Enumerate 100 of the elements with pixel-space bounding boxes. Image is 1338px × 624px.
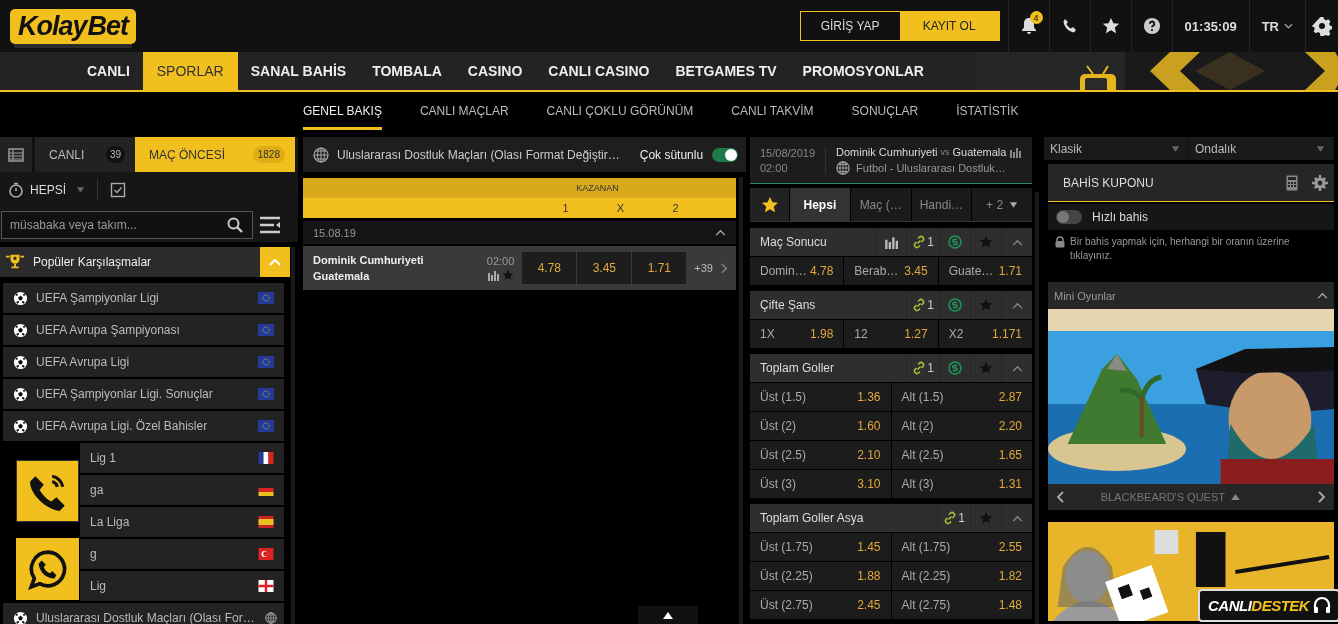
chevron-right-icon[interactable] (721, 262, 728, 274)
odds-button[interactable]: Alt (2.25) 1.82 (891, 562, 1032, 590)
search-field[interactable]: müsabaka veya takım... (1, 210, 253, 239)
odds-button[interactable]: Alt (2.5) 1.65 (891, 441, 1032, 469)
mini-games-header[interactable]: Mini Oyunlar (1048, 282, 1334, 309)
search-icon[interactable] (227, 216, 243, 233)
cash-out-icon[interactable] (948, 361, 962, 375)
filter-dropdown[interactable]: HEPSİ (30, 182, 85, 197)
league-item[interactable]: UEFA Avrupa Şampiyonası (3, 315, 284, 345)
settings-icon[interactable] (1312, 16, 1332, 36)
nav-tab[interactable]: SPORLAR (142, 52, 238, 90)
star-icon[interactable] (979, 361, 993, 375)
league-item[interactable]: g (80, 539, 284, 569)
subnav-tab[interactable]: CANLI TAKVİM (731, 92, 814, 130)
league-item[interactable]: UEFA Şampiyonlar Ligi. Sonuçlar (3, 379, 284, 409)
odds-button[interactable]: 1X 1.98 (750, 320, 844, 348)
chat-button[interactable] (16, 538, 79, 600)
odds-button[interactable]: Domin… 4.78 (750, 257, 844, 285)
odds-button[interactable]: Berab… 3.45 (844, 257, 938, 285)
sport-tab[interactable]: CANLI 39 (35, 137, 135, 172)
language-selector[interactable]: TR (1261, 18, 1293, 34)
odds-button[interactable]: Alt (2.75) 1.48 (891, 591, 1032, 619)
market-tab[interactable]: Hepsi (790, 188, 850, 221)
collapse-menu-icon[interactable] (259, 215, 281, 234)
odds-button[interactable]: 12 1.27 (844, 320, 938, 348)
section-header[interactable]: Popüler Karşılaşmalar (0, 247, 290, 277)
help-icon[interactable] (1142, 17, 1161, 35)
nav-tab[interactable]: SANAL BAHİS (237, 52, 360, 90)
market-header[interactable]: Toplam Goller 1 (750, 354, 1032, 382)
odds-button[interactable]: Alt (2) 2.20 (891, 412, 1032, 440)
market-header[interactable]: Çifte Şans 1 (750, 291, 1032, 319)
register-button[interactable]: KAYIT OL (899, 12, 999, 40)
league-item[interactable]: UEFA Avrupa Ligi (3, 347, 284, 377)
subnav-tab[interactable]: İSTATİSTİK (956, 92, 1019, 130)
market-header[interactable]: Toplam Goller Asya 1 (750, 504, 1032, 532)
odds-button[interactable]: Alt (3) 1.31 (891, 470, 1032, 498)
league-item[interactable]: La Liga (80, 507, 284, 537)
league-item[interactable]: ga (80, 475, 284, 505)
odds-format-dropdown[interactable]: Ondalık (1189, 137, 1334, 160)
market-tab[interactable]: Maç (… (850, 188, 911, 221)
list-view-button[interactable] (0, 137, 35, 172)
market-header[interactable]: Maç Sonucu 1 (750, 228, 1032, 256)
cash-out-icon[interactable] (948, 298, 962, 312)
more-markets-link[interactable]: +39 (694, 262, 713, 274)
nav-tab[interactable]: CASINO (454, 52, 536, 90)
subnav-tab[interactable]: CANLI ÇOKLU GÖRÜNÜM (546, 92, 694, 130)
odds-button[interactable]: Alt (1.5) 2.87 (891, 383, 1032, 411)
league-item[interactable]: Uluslararası Dostluk Maçları (Olası For… (3, 603, 284, 624)
stats-icon[interactable] (884, 235, 898, 249)
star-icon[interactable] (979, 511, 993, 525)
odds-button[interactable]: 3.45 (577, 252, 632, 284)
nav-tab[interactable]: BETGAMES TV (662, 52, 790, 90)
quick-bet-toggle[interactable] (1056, 210, 1082, 224)
odds-button[interactable]: Alt (1.75) 2.55 (891, 533, 1032, 561)
checklist-icon[interactable] (110, 181, 126, 198)
live-support-button[interactable]: CANLIDESTEK (1198, 589, 1338, 622)
odds-button[interactable]: Guate… 1.71 (938, 257, 1032, 285)
odds-button[interactable]: Üst (2) 1.60 (750, 412, 891, 440)
odds-button[interactable]: X2 1.171 (938, 320, 1032, 348)
nav-tab[interactable]: TOMBALA (359, 52, 455, 90)
nav-tab[interactable]: PROMOSYONLAR (789, 52, 937, 90)
odds-button[interactable]: 4.78 (522, 252, 577, 284)
subnav-tab[interactable]: CANLI MAÇLAR (419, 92, 509, 130)
phone-icon[interactable] (1061, 18, 1078, 34)
nav-tab[interactable]: CANLI (74, 52, 143, 90)
match-row[interactable]: Dominik Cumhuriyeti Guatemala 02:00 4.78 3.45 1.71 +39 (303, 246, 736, 290)
star-icon[interactable] (502, 269, 515, 281)
star-icon[interactable] (1101, 17, 1120, 35)
nav-tab[interactable]: CANLI CASINO (535, 52, 663, 90)
subnav-tab[interactable]: GENEL BAKIŞ (303, 92, 382, 130)
league-item[interactable]: UEFA Şampiyonlar Ligi (3, 283, 284, 313)
odds-button[interactable]: Üst (2.5) 2.10 (750, 441, 891, 469)
odds-button[interactable]: Üst (2.25) 1.88 (750, 562, 891, 590)
cash-out-icon[interactable] (948, 235, 962, 249)
odds-button[interactable]: Üst (1.5) 1.36 (750, 383, 891, 411)
market-tab[interactable]: + 2 (972, 188, 1032, 221)
odds-button[interactable]: Üst (2.75) 2.45 (750, 591, 891, 619)
sport-tab[interactable]: MAÇ ÖNCESİ 1828 (135, 137, 295, 172)
multi-column-toggle[interactable] (712, 147, 739, 162)
bet-type-dropdown[interactable]: Klasik (1044, 137, 1189, 160)
stats-icon[interactable] (1009, 145, 1022, 158)
chevron-up-icon[interactable] (1317, 292, 1328, 299)
league-item[interactable]: Lig (80, 571, 284, 601)
triangle-up-icon[interactable] (1231, 494, 1240, 500)
market-tab[interactable]: Handi… (911, 188, 972, 221)
phone-call-button[interactable] (16, 460, 79, 522)
subnav-tab[interactable]: SONUÇLAR (851, 92, 919, 130)
league-item[interactable]: UEFA Avrupa Ligi. Özel Bahisler (3, 411, 284, 441)
star-icon[interactable] (979, 235, 993, 249)
chevron-up-icon[interactable] (715, 229, 726, 236)
calculator-icon[interactable] (1284, 174, 1300, 191)
favorites-tab[interactable] (750, 188, 789, 221)
date-row[interactable]: 15.08.19 (303, 221, 736, 244)
league-item[interactable]: Lig 1 (80, 443, 284, 473)
stats-icon[interactable] (487, 269, 500, 281)
star-icon[interactable] (979, 298, 993, 312)
odds-button[interactable]: Üst (3) 3.10 (750, 470, 891, 498)
odds-button[interactable]: 1.71 (632, 252, 687, 284)
odds-button[interactable]: Üst (1.75) 1.45 (750, 533, 891, 561)
scroll-top-button[interactable] (638, 606, 698, 624)
